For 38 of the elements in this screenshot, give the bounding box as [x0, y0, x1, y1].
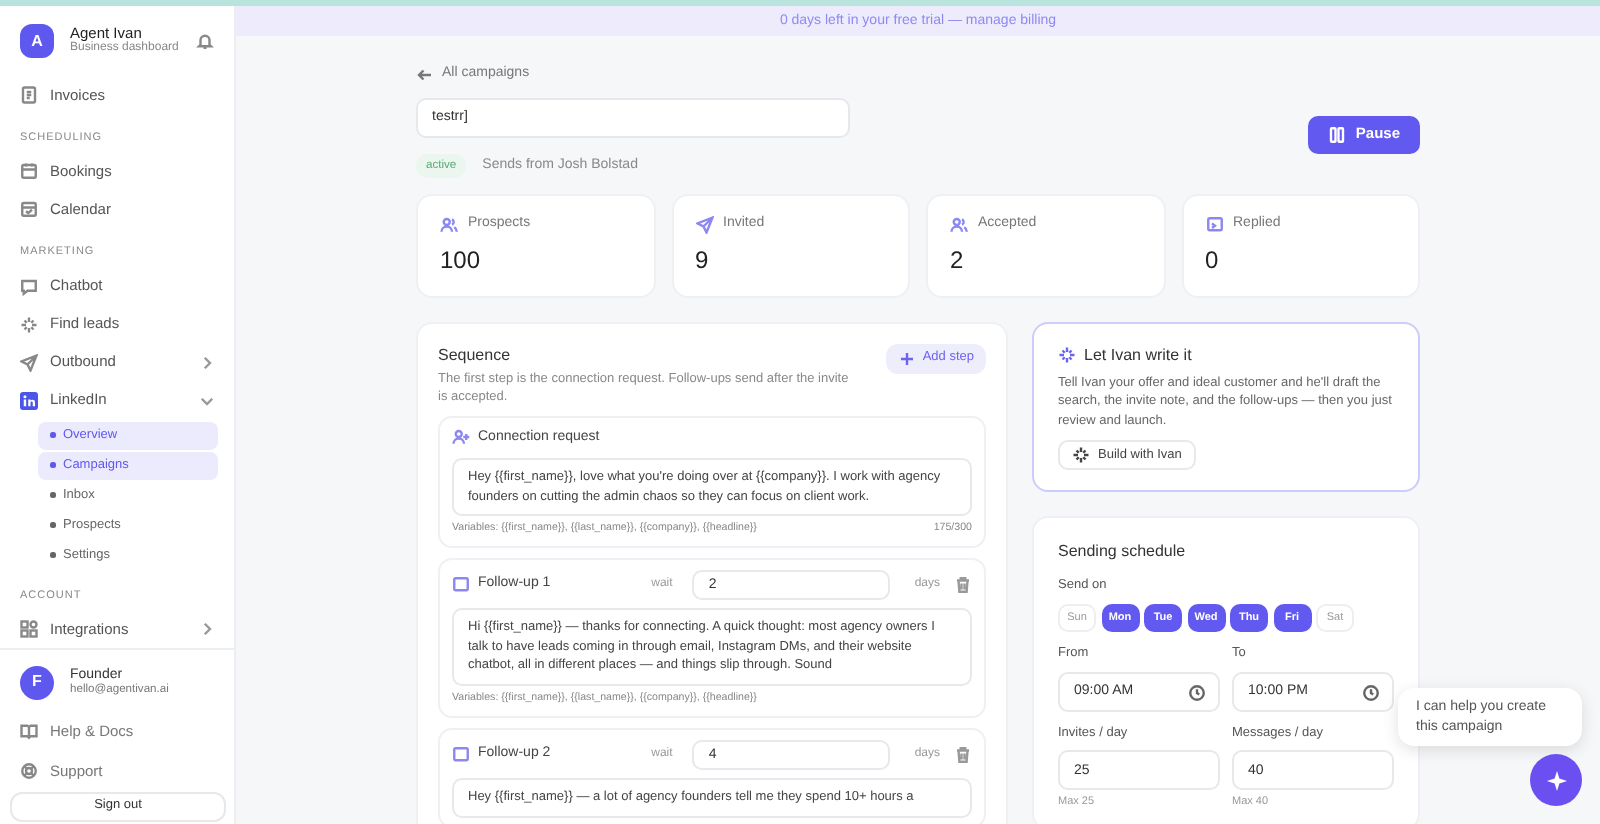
chat-bubble-icon [20, 277, 38, 295]
users-icon [440, 215, 458, 234]
sparkle-icon [1058, 346, 1076, 365]
paper-plane-icon [20, 353, 38, 371]
bell-icon [196, 31, 214, 50]
users-icon [950, 215, 968, 234]
sparkle-icon [1072, 446, 1090, 465]
ai-card-title: Let Ivan write it [1084, 343, 1192, 368]
lifebuoy-icon [20, 762, 38, 781]
stat-value: 9 [695, 243, 711, 278]
paper-plane-icon [695, 215, 713, 234]
user-avatar: F [20, 665, 54, 700]
calendar-icon [20, 162, 38, 181]
message-square-icon [452, 746, 470, 765]
message-icon [1205, 215, 1223, 234]
plus-icon [898, 349, 917, 368]
stat-value: 0 [1205, 243, 1221, 278]
stat-value: 2 [950, 243, 966, 278]
receipt-icon [20, 86, 38, 104]
stat-value: 100 [440, 243, 483, 278]
message-square-icon [452, 576, 470, 595]
arrow-left-icon [416, 65, 434, 84]
book-icon [20, 722, 38, 741]
person-plus-icon [452, 428, 470, 447]
brand-avatar: A [20, 24, 54, 58]
calendar-check-icon [20, 200, 38, 219]
sequence-title: Sequence [438, 343, 513, 368]
trash-icon [954, 746, 972, 765]
square-logo-icon [20, 391, 38, 409]
blocks-icon [20, 619, 38, 638]
chat-launcher-button[interactable] [1530, 754, 1582, 806]
pause-icon [1327, 125, 1346, 143]
trash-icon [954, 576, 972, 595]
clock-icon [1362, 683, 1380, 702]
schedule-title: Sending schedule [1058, 540, 1188, 565]
sparkle-icon [20, 315, 38, 333]
sparkle-icon [1545, 769, 1567, 791]
clock-icon [1188, 683, 1206, 702]
